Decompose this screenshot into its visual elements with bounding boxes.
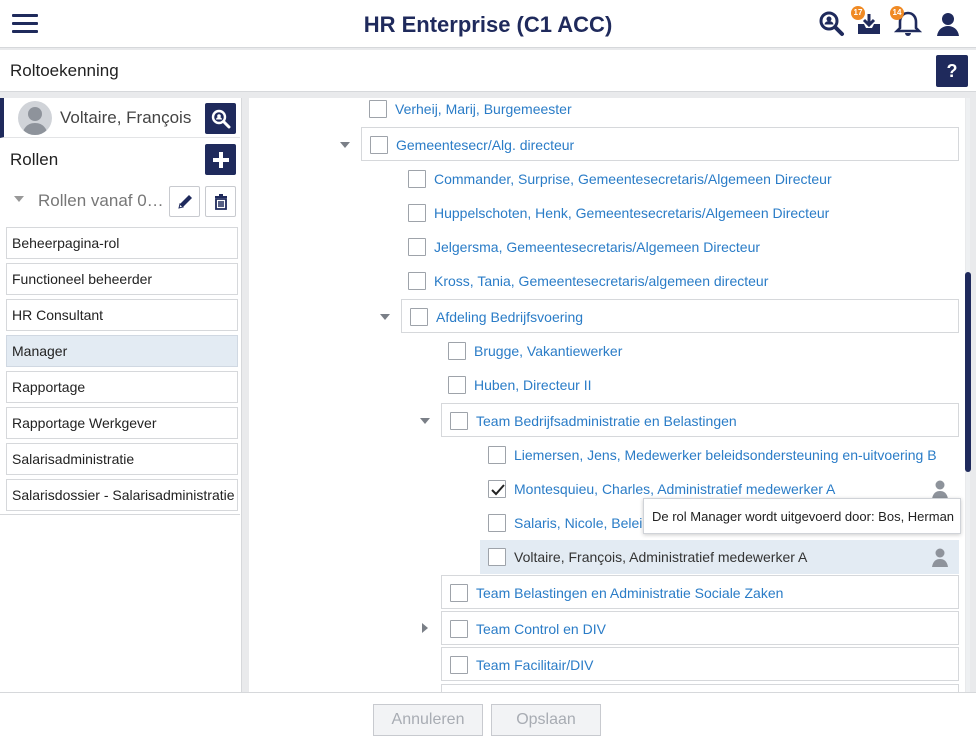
search-icon (211, 109, 230, 128)
pencil-icon (177, 194, 192, 209)
footer: Annuleren Opslaan (0, 692, 976, 747)
plus-icon (212, 151, 229, 168)
tree-node-group[interactable]: Team Bedrijfsadministratie en Belastinge… (441, 403, 959, 437)
trash-icon (214, 193, 227, 210)
roles-period-label: Rollen vanaf 0… (38, 191, 164, 210)
tree-node[interactable]: Commander, Surprise, Gemeentesecretaris/… (400, 162, 959, 196)
help-button[interactable]: ? (936, 55, 968, 87)
node-label[interactable]: Voltaire, François, Administratief medew… (514, 549, 807, 565)
roles-heading: Rollen (10, 150, 59, 169)
node-checkbox[interactable] (370, 136, 388, 154)
chevron-down-icon[interactable] (14, 196, 24, 202)
roles-panel: Voltaire, François Rollen Rollen vanaf 0… (0, 98, 242, 692)
node-label[interactable]: Brugge, Vakantiewerker (474, 343, 622, 359)
inbox-icon[interactable]: 17 (851, 6, 883, 38)
inbox-badge: 17 (851, 6, 865, 20)
person-icon[interactable] (931, 547, 949, 567)
node-checkbox[interactable] (488, 446, 506, 464)
node-checkbox[interactable] (410, 308, 428, 326)
node-checkbox[interactable] (369, 100, 387, 118)
role-item[interactable]: Rapportage Werkgever (6, 407, 238, 439)
tree-node-group[interactable]: Team Control en DIV (441, 611, 959, 645)
node-checkbox[interactable] (408, 272, 426, 290)
node-checkbox[interactable] (450, 620, 468, 638)
node-label[interactable]: Team Belastingen en Administratie Social… (476, 585, 783, 601)
role-item[interactable]: Functioneel beheerder (6, 263, 238, 295)
tree-node[interactable]: Kross, Tania, Gemeentesecretaris/algemee… (400, 264, 959, 298)
selected-person: Voltaire, François (0, 98, 240, 138)
tree-node-group[interactable]: Team Facilitair/DIV (441, 647, 959, 681)
add-role-button[interactable] (205, 144, 236, 175)
node-checkbox[interactable] (408, 170, 426, 188)
role-item[interactable]: HR Consultant (6, 299, 238, 331)
node-label[interactable]: Huppelschoten, Henk, Gemeentesecretaris/… (434, 205, 829, 221)
checkmark-icon (491, 484, 505, 496)
divider (0, 514, 240, 515)
tree-node[interactable]: Verheij, Marij, Burgemeester (361, 92, 959, 126)
tree-node[interactable]: Liemersen, Jens, Medewerker beleidsonder… (480, 438, 959, 472)
person-name: Voltaire, François (60, 108, 192, 127)
node-label[interactable]: Team Bedrijfsadministratie en Belastinge… (476, 413, 737, 429)
collapse-chevron-right-icon[interactable] (422, 623, 428, 633)
node-label[interactable]: Jelgersma, Gemeentesecretaris/Algemeen D… (434, 239, 760, 255)
expand-chevron-icon[interactable] (380, 314, 390, 320)
node-label[interactable]: Gemeentesecr/Alg. directeur (396, 137, 574, 153)
node-label[interactable]: Team Facilitair/DIV (476, 657, 593, 673)
node-label[interactable]: Verheij, Marij, Burgemeester (395, 101, 572, 117)
user-profile-icon[interactable] (934, 10, 962, 38)
role-item-active[interactable]: Manager (6, 335, 238, 367)
tree-node-group[interactable]: Team Belastingen en Administratie Social… (441, 575, 959, 609)
expand-chevron-icon[interactable] (340, 142, 350, 148)
node-label[interactable]: Commander, Surprise, Gemeentesecretaris/… (434, 171, 832, 187)
edit-period-button[interactable] (169, 186, 200, 217)
notifications-badge: 14 (890, 6, 904, 20)
node-label[interactable]: Salaris, Nicole, Beleid (514, 515, 650, 531)
role-item[interactable]: Salarisdossier - Salarisadministratie (6, 479, 238, 511)
node-label[interactable]: Team Control en DIV (476, 621, 606, 637)
top-bar: HR Enterprise (C1 ACC) 17 14 (0, 0, 976, 48)
save-button[interactable]: Opslaan (491, 704, 601, 736)
node-checkbox[interactable] (448, 376, 466, 394)
expand-chevron-icon[interactable] (420, 418, 430, 424)
search-person-icon[interactable] (818, 10, 846, 38)
role-item[interactable]: Salarisadministratie (6, 443, 238, 475)
node-checkbox[interactable] (450, 656, 468, 674)
node-label[interactable]: Montesquieu, Charles, Administratief med… (514, 481, 835, 497)
person-icon[interactable] (931, 479, 949, 499)
role-item[interactable]: Rapportage (6, 371, 238, 403)
node-label[interactable]: Liemersen, Jens, Medewerker beleidsonder… (514, 447, 937, 463)
node-checkbox[interactable] (408, 238, 426, 256)
node-checkbox[interactable] (450, 584, 468, 602)
tooltip: De rol Manager wordt uitgevoerd door: Bo… (643, 498, 961, 534)
page-title: Roltoekenning (10, 61, 119, 80)
node-checkbox[interactable] (488, 514, 506, 532)
tree-node[interactable]: Jelgersma, Gemeentesecretaris/Algemeen D… (400, 230, 959, 264)
avatar (18, 101, 52, 135)
node-checkbox[interactable] (408, 204, 426, 222)
bell-icon[interactable]: 14 (890, 6, 923, 38)
node-checkbox-checked[interactable] (488, 480, 506, 498)
node-checkbox[interactable] (488, 548, 506, 566)
roles-period-row[interactable]: Rollen vanaf 0… (0, 180, 240, 220)
role-item[interactable]: Beheerpagina-rol (6, 227, 238, 259)
node-checkbox[interactable] (448, 342, 466, 360)
tree-node-group[interactable]: Afdeling Bedrijfsvoering (401, 299, 959, 333)
page-header: Roltoekenning ? (0, 50, 976, 92)
node-label[interactable]: Huben, Directeur II (474, 377, 592, 393)
node-label[interactable]: Kross, Tania, Gemeentesecretaris/algemee… (434, 273, 768, 289)
tree-node-partial (441, 684, 959, 692)
tree-node-selected[interactable]: Voltaire, François, Administratief medew… (480, 540, 959, 574)
tree-node[interactable]: Brugge, Vakantiewerker (440, 334, 959, 368)
tree-node[interactable]: Huppelschoten, Henk, Gemeentesecretaris/… (400, 196, 959, 230)
node-label[interactable]: Afdeling Bedrijfsvoering (436, 309, 583, 325)
tree-node-group[interactable]: Gemeentesecr/Alg. directeur (361, 127, 959, 161)
delete-period-button[interactable] (205, 186, 236, 217)
person-search-button[interactable] (205, 103, 236, 134)
tree-node[interactable]: Huben, Directeur II (440, 368, 959, 402)
cancel-button[interactable]: Annuleren (373, 704, 483, 736)
node-checkbox[interactable] (450, 412, 468, 430)
scrollbar-thumb[interactable] (965, 272, 971, 472)
role-list: Beheerpagina-rol Functioneel beheerder H… (6, 227, 238, 515)
